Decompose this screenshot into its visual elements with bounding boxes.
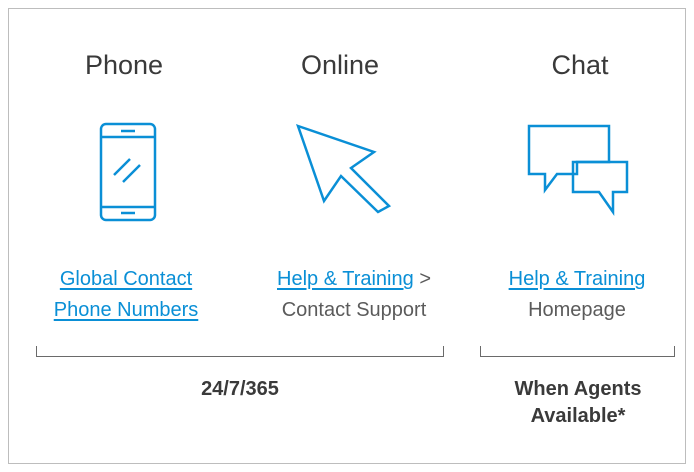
chat-availability: When Agents Available* — [458, 376, 694, 430]
online-title: Online — [300, 50, 380, 80]
breadcrumb-separator: > — [419, 268, 431, 290]
phone-title: Phone — [84, 50, 164, 80]
chat-availability-line2: Available* — [530, 405, 626, 427]
help-training-contact-link[interactable]: Help & Training — [277, 268, 414, 290]
chat-bracket — [480, 346, 675, 357]
phone-online-bracket — [36, 346, 444, 357]
smartphone-icon — [99, 122, 159, 229]
homepage-text: Homepage — [528, 299, 626, 321]
chat-bubbles-icon — [527, 124, 631, 221]
phone-link-line2: Phone Numbers — [53, 299, 199, 321]
chat-title: Chat — [551, 50, 609, 80]
chat-availability-line1: When Agents — [514, 378, 642, 400]
contact-support-text: Contact Support — [281, 299, 427, 321]
help-training-homepage-link[interactable]: Help & Training — [509, 268, 646, 290]
chat-link-block: Help & Training Homepage — [457, 264, 694, 326]
online-link-block: Help & Training > Contact Support — [234, 264, 474, 326]
phone-online-availability: 24/7/365 — [201, 378, 279, 400]
cursor-arrow-icon — [295, 123, 392, 219]
global-contact-phone-numbers-link[interactable]: Global Contact Phone Numbers — [54, 268, 199, 321]
phone-link-line1: Global Contact — [59, 268, 193, 290]
phone-link-block: Global Contact Phone Numbers — [6, 264, 246, 326]
